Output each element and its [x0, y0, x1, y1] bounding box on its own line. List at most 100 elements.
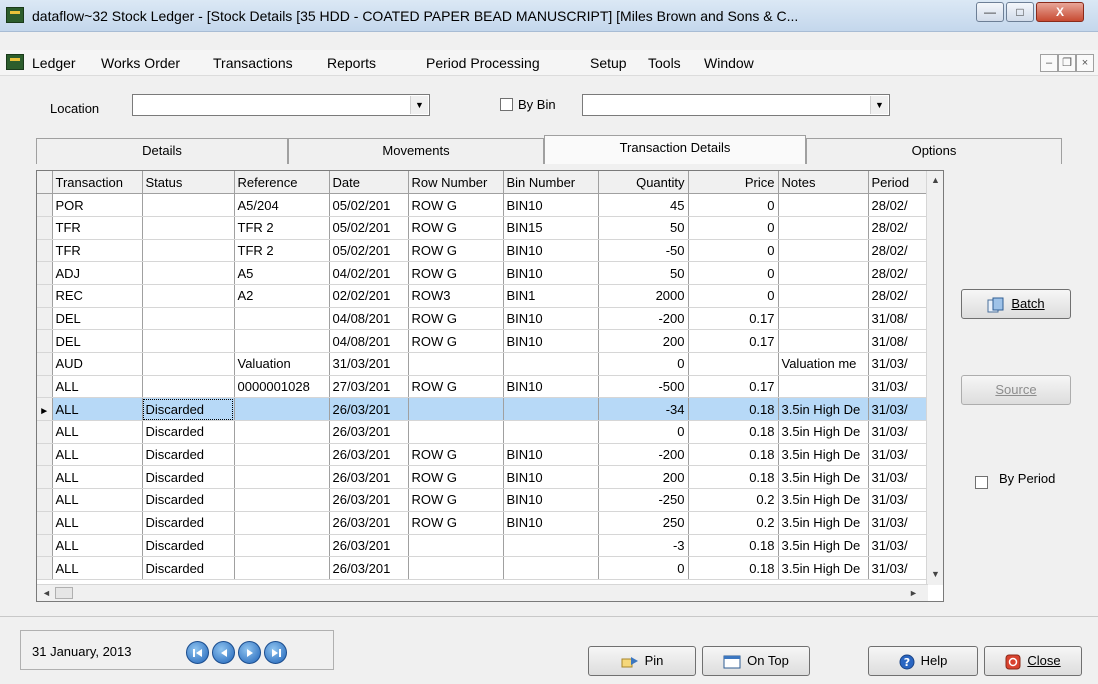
- table-cell[interactable]: 26/03/201: [329, 511, 409, 535]
- table-cell[interactable]: A5/204: [234, 193, 330, 217]
- document-icon[interactable]: [6, 54, 24, 70]
- table-row[interactable]: ADJ A5 04/02/201 ROW G BIN10 50 0 28/02/: [37, 261, 929, 285]
- row-indicator[interactable]: [37, 216, 53, 240]
- table-cell[interactable]: POR: [52, 193, 143, 217]
- table-cell[interactable]: 31/03/: [868, 375, 929, 399]
- table-cell[interactable]: 26/03/201: [329, 420, 409, 444]
- table-cell[interactable]: [142, 216, 235, 240]
- column-header[interactable]: Period: [868, 171, 929, 195]
- table-cell[interactable]: [778, 239, 869, 263]
- table-cell[interactable]: BIN10: [503, 329, 599, 353]
- table-cell[interactable]: 0: [598, 556, 689, 580]
- table-cell[interactable]: 0.17: [688, 375, 779, 399]
- tab-transaction-details[interactable]: Transaction Details: [544, 135, 806, 164]
- table-cell[interactable]: 200: [598, 465, 689, 490]
- next-record-button[interactable]: [238, 641, 261, 664]
- menu-window[interactable]: Window: [704, 55, 754, 71]
- horizontal-scroll-thumb[interactable]: [55, 587, 73, 599]
- table-cell[interactable]: 0.18: [688, 556, 779, 580]
- tab-options[interactable]: Options: [806, 138, 1062, 164]
- table-cell[interactable]: 0.18: [688, 534, 779, 558]
- on-top-button[interactable]: On Top: [702, 646, 810, 676]
- tab-movements[interactable]: Movements: [288, 138, 544, 164]
- table-cell[interactable]: Discarded: [142, 488, 235, 512]
- table-cell[interactable]: ROW G: [408, 193, 504, 217]
- vertical-scrollbar[interactable]: ▲ ▼: [926, 171, 943, 585]
- table-row[interactable]: DEL 04/08/201 ROW G BIN10 -200 0.17 31/08/: [37, 307, 929, 331]
- table-cell[interactable]: TFR 2: [234, 216, 330, 240]
- column-header[interactable]: Price: [688, 171, 779, 195]
- table-cell[interactable]: [142, 375, 235, 399]
- table-row[interactable]: ALL Discarded 26/03/201 -3 0.18 3.5in High De…: [37, 534, 929, 558]
- table-cell[interactable]: [778, 284, 869, 308]
- table-cell[interactable]: 31/03/: [868, 397, 929, 422]
- table-cell[interactable]: [778, 261, 869, 285]
- table-cell[interactable]: 31/03/: [868, 534, 929, 558]
- table-row[interactable]: ALL Discarded 26/03/201 ROW G BIN10 -250 0.2 3.…: [37, 488, 929, 512]
- table-cell[interactable]: AUD: [52, 352, 143, 376]
- table-cell[interactable]: 26/03/201: [329, 443, 409, 467]
- pin-button[interactable]: Pin: [588, 646, 696, 676]
- row-indicator[interactable]: [37, 375, 53, 399]
- table-cell[interactable]: BIN10: [503, 307, 599, 331]
- column-header[interactable]: Transaction: [52, 171, 143, 195]
- table-cell[interactable]: ROW G: [408, 443, 504, 467]
- table-cell[interactable]: BIN1: [503, 284, 599, 308]
- table-cell[interactable]: 28/02/: [868, 193, 929, 217]
- table-cell[interactable]: TFR: [52, 216, 143, 240]
- table-row[interactable]: ALL Discarded 26/03/201 0 0.18 3.5in High De 3…: [37, 420, 929, 444]
- chevron-down-icon[interactable]: ▼: [870, 96, 888, 114]
- table-cell[interactable]: 0000001028: [234, 375, 330, 399]
- table-cell[interactable]: [778, 375, 869, 399]
- table-cell[interactable]: 45: [598, 193, 689, 217]
- table-cell[interactable]: 04/02/201: [329, 261, 409, 285]
- table-cell[interactable]: BIN10: [503, 511, 599, 535]
- table-cell[interactable]: -3: [598, 534, 689, 558]
- table-cell[interactable]: 02/02/201: [329, 284, 409, 308]
- table-cell[interactable]: 26/03/201: [329, 556, 409, 580]
- table-cell[interactable]: 250: [598, 511, 689, 535]
- table-row[interactable]: ALL Discarded 26/03/201 ROW G BIN10 200 0.18 3.…: [37, 465, 929, 490]
- table-cell[interactable]: -50: [598, 239, 689, 263]
- table-cell[interactable]: ALL: [52, 397, 143, 422]
- table-cell[interactable]: 28/02/: [868, 239, 929, 263]
- batch-button[interactable]: Batch: [961, 289, 1071, 319]
- table-cell[interactable]: -200: [598, 307, 689, 331]
- table-cell[interactable]: 31/03/: [868, 488, 929, 512]
- table-cell[interactable]: 3.5in High De: [778, 397, 869, 422]
- menu-tools[interactable]: Tools: [648, 55, 681, 71]
- table-cell[interactable]: DEL: [52, 329, 143, 353]
- by-period-checkbox[interactable]: [975, 476, 988, 489]
- row-indicator[interactable]: [37, 261, 53, 285]
- column-header[interactable]: Reference: [234, 171, 330, 195]
- maximize-button[interactable]: □: [1006, 2, 1034, 22]
- table-cell[interactable]: [503, 420, 599, 444]
- table-cell[interactable]: 31/03/201: [329, 352, 409, 376]
- row-indicator[interactable]: [37, 239, 53, 263]
- table-cell[interactable]: 0.17: [688, 329, 779, 353]
- table-cell[interactable]: 0: [688, 216, 779, 240]
- row-indicator[interactable]: [37, 488, 53, 512]
- source-button[interactable]: Source: [961, 375, 1071, 405]
- table-cell[interactable]: [142, 193, 235, 217]
- table-cell[interactable]: [408, 352, 504, 376]
- mdi-restore-button[interactable]: ❐: [1058, 54, 1076, 72]
- table-cell[interactable]: [503, 534, 599, 558]
- row-indicator[interactable]: [37, 534, 53, 558]
- table-cell[interactable]: BIN10: [503, 375, 599, 399]
- table-cell[interactable]: TFR: [52, 239, 143, 263]
- table-cell[interactable]: 27/03/201: [329, 375, 409, 399]
- table-cell[interactable]: 3.5in High De: [778, 488, 869, 512]
- column-header[interactable]: Status: [142, 171, 235, 195]
- table-cell[interactable]: A5: [234, 261, 330, 285]
- table-cell[interactable]: [234, 443, 330, 467]
- table-cell[interactable]: 2000: [598, 284, 689, 308]
- table-cell[interactable]: 26/03/201: [329, 465, 409, 490]
- table-cell[interactable]: -500: [598, 375, 689, 399]
- table-cell[interactable]: [778, 307, 869, 331]
- row-indicator[interactable]: [37, 556, 53, 580]
- table-cell[interactable]: [778, 329, 869, 353]
- table-row[interactable]: ALL Discarded 26/03/201 ROW G BIN10 -200 0.18 3…: [37, 443, 929, 467]
- table-cell[interactable]: ALL: [52, 465, 143, 490]
- table-cell[interactable]: 0.2: [688, 511, 779, 535]
